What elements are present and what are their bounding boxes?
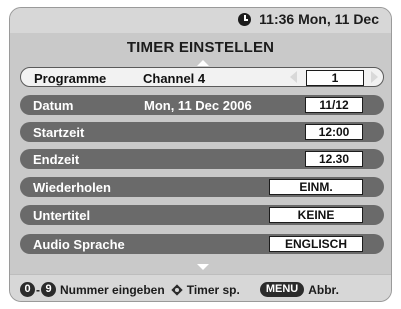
scroll-up-arrow-icon[interactable] — [197, 60, 209, 66]
date-value[interactable]: 11/12 — [305, 97, 363, 113]
row-label: Programme — [34, 71, 107, 86]
subtitle-value[interactable]: KEINE — [269, 207, 363, 223]
cancel-hint: Abbr. — [308, 282, 339, 297]
save-timer-hint: Timer sp. — [186, 282, 240, 297]
navigation-ok-icon — [171, 284, 183, 296]
page-title: TIMER EINSTELLEN — [126, 39, 275, 56]
status-bar: 11:36 Mon, 11 Dec — [10, 8, 391, 33]
footer-hints: 0 - 9 Nummer eingeben Timer sp. MENU Abb… — [20, 282, 339, 297]
row-audio-sprache[interactable]: Audio Sprache ENGLISCH — [20, 234, 384, 254]
row-label: Datum — [33, 98, 74, 113]
key-0-icon: 0 — [20, 282, 35, 297]
key-9-icon: 9 — [41, 282, 56, 297]
clock-icon — [238, 12, 252, 26]
help-footer: 0 - 9 Nummer eingeben Timer sp. MENU Abb… — [10, 274, 391, 301]
row-endzeit[interactable]: Endzeit 12.30 — [20, 149, 384, 169]
timer-settings-panel: 11:36 Mon, 11 Dec TIMER EINSTELLEN Progr… — [9, 7, 392, 302]
clock: 11:36 Mon, 11 Dec — [238, 11, 379, 27]
channel-name: Channel 4 — [143, 71, 206, 86]
row-datum[interactable]: Datum Mon, 11 Dec 2006 11/12 — [20, 95, 384, 115]
start-time-value[interactable]: 12:00 — [305, 124, 363, 140]
programme-number-value[interactable]: 1 — [306, 70, 364, 86]
audio-language-value[interactable]: ENGLISCH — [269, 236, 363, 252]
row-label: Wiederholen — [33, 180, 111, 195]
row-untertitel[interactable]: Untertitel KEINE — [20, 205, 384, 225]
chevron-left-icon[interactable] — [290, 71, 297, 83]
row-wiederholen[interactable]: Wiederholen EINM. — [20, 177, 384, 197]
menu-key-icon: MENU — [259, 282, 305, 297]
scroll-down-arrow-icon[interactable] — [197, 264, 209, 270]
row-label: Endzeit — [33, 152, 80, 167]
date-full: Mon, 11 Dec 2006 — [144, 98, 252, 113]
row-label: Audio Sprache — [33, 237, 125, 252]
row-label: Startzeit — [33, 125, 85, 140]
row-startzeit[interactable]: Startzeit 12:00 — [20, 122, 384, 142]
row-label: Untertitel — [33, 208, 91, 223]
row-programme[interactable]: Programme Channel 4 1 — [20, 67, 384, 87]
chevron-right-icon[interactable] — [371, 71, 378, 83]
end-time-value[interactable]: 12.30 — [305, 151, 363, 167]
repeat-value[interactable]: EINM. — [269, 179, 363, 195]
clock-time: 11:36 Mon, 11 Dec — [259, 11, 379, 27]
enter-number-hint: Nummer eingeben — [60, 282, 165, 297]
key-range-dash: - — [36, 282, 40, 297]
